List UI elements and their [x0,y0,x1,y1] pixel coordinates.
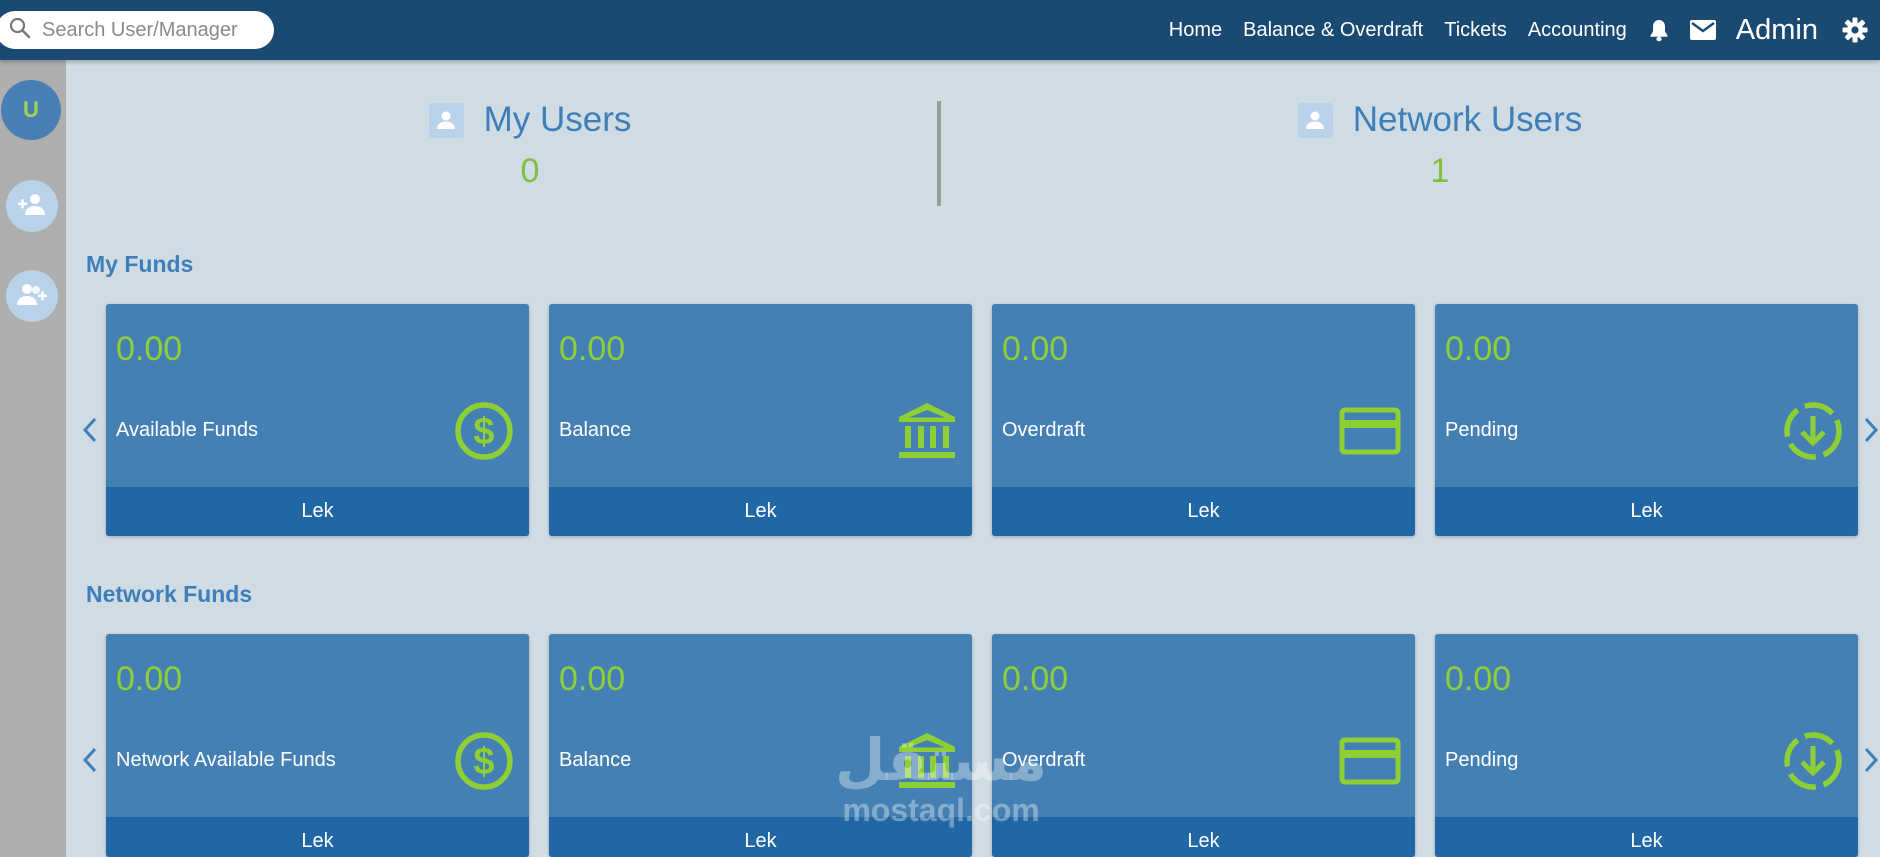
top-bar: Home Balance & Overdraft Tickets Account… [0,0,1880,60]
network-funds-prev-arrow[interactable] [80,745,102,775]
card-currency: Lek [992,817,1415,857]
fund-card-network-overdraft[interactable]: 0.00 Overdraft Lek [992,634,1415,857]
add-users-icon [16,282,48,311]
my-users-label: My Users [483,100,632,139]
card-label: Overdraft [1002,419,1086,441]
card-label: Balance [559,749,632,771]
card-label: Available Funds [116,419,258,441]
credit-card-icon [1339,400,1401,462]
my-funds-title: My Funds [86,251,194,277]
dollar-icon: $ [453,730,515,792]
network-funds-title: Network Funds [86,581,253,607]
card-value: 0.00 [1445,660,1512,698]
add-user-icon [17,192,47,221]
pending-download-icon [1782,730,1844,792]
card-value: 0.00 [1445,330,1512,368]
fund-card-network-balance[interactable]: 0.00 Balance Lek [549,634,972,857]
my-users-count: 0 [520,152,540,190]
network-funds-next-arrow[interactable] [1860,745,1880,775]
fund-card-network-available-funds[interactable]: 0.00 Network Available Funds $ Lek [106,634,529,857]
svg-text:$: $ [473,741,494,783]
network-users-count: 1 [1430,152,1450,190]
card-label: Network Available Funds [116,749,336,771]
fund-card-pending[interactable]: 0.00 Pending Lek [1435,304,1858,536]
pending-download-icon [1782,400,1844,462]
fund-card-network-pending[interactable]: 0.00 Pending Lek [1435,634,1858,857]
card-label: Pending [1445,419,1519,441]
card-currency: Lek [549,487,972,536]
add-user-button[interactable] [6,180,58,232]
network-users-stat: Network Users 1 [1270,100,1610,191]
sidebar: U [0,60,66,857]
card-value: 0.00 [559,660,626,698]
avatar[interactable]: U [1,80,61,140]
bank-icon [896,730,958,792]
card-currency: Lek [992,487,1415,536]
card-value: 0.00 [116,660,183,698]
nav-accounting[interactable]: Accounting [1528,19,1627,42]
user-icon [428,102,464,138]
my-funds-prev-arrow[interactable] [80,415,102,445]
card-label: Balance [559,419,632,441]
gear-icon[interactable] [1842,17,1868,43]
user-icon [1297,102,1333,138]
mail-icon[interactable] [1689,20,1716,40]
fund-card-balance[interactable]: 0.00 Balance Lek [549,304,972,536]
card-value: 0.00 [1002,660,1069,698]
card-currency: Lek [1435,487,1858,536]
user-menu[interactable]: Admin [1736,14,1818,47]
add-users-button[interactable] [6,270,58,322]
credit-card-icon [1339,730,1401,792]
search-input[interactable] [42,18,262,42]
card-currency: Lek [549,817,972,857]
bell-icon[interactable] [1648,18,1670,42]
card-label: Pending [1445,749,1519,771]
search-box[interactable] [0,11,274,49]
fund-card-overdraft[interactable]: 0.00 Overdraft Lek [992,304,1415,536]
svg-text:$: $ [473,411,494,453]
dollar-icon: $ [453,400,515,462]
search-icon [8,16,32,45]
network-users-label: Network Users [1352,100,1583,139]
card-label: Overdraft [1002,749,1086,771]
bank-icon [896,400,958,462]
card-value: 0.00 [116,330,183,368]
card-value: 0.00 [1002,330,1069,368]
card-currency: Lek [106,487,529,536]
card-value: 0.00 [559,330,626,368]
nav-balance-overdraft[interactable]: Balance & Overdraft [1243,19,1423,42]
card-currency: Lek [1435,817,1858,857]
main-nav: Home Balance & Overdraft Tickets Account… [1169,0,1880,60]
stats-divider [937,101,941,206]
card-currency: Lek [106,817,529,857]
my-users-stat: My Users 0 [400,100,660,191]
my-funds-next-arrow[interactable] [1860,415,1880,445]
fund-card-available-funds[interactable]: 0.00 Available Funds $ Lek [106,304,529,536]
nav-home[interactable]: Home [1169,19,1222,42]
nav-tickets[interactable]: Tickets [1444,19,1507,42]
